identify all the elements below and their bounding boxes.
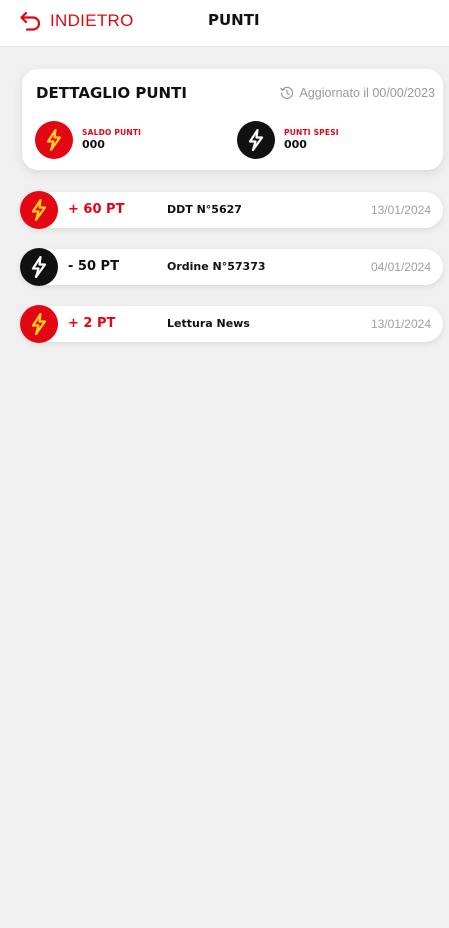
balance-label: SALDO PUNTI — [82, 128, 142, 138]
back-label: INDIETRO — [50, 11, 134, 30]
transaction-row[interactable]: + 60 PT DDT N°5627 13/01/2024 — [20, 191, 443, 229]
summary-title: DETTAGLIO PUNTI — [36, 84, 187, 102]
transaction-points: + 2 PT — [68, 316, 116, 331]
transaction-date: 13/01/2024 — [370, 203, 431, 217]
points-spent: PUNTI SPESI 000 — [237, 121, 339, 159]
spent-label: PUNTI SPESI — [284, 128, 339, 138]
transaction-points: + 60 PT — [68, 202, 125, 217]
lightning-bolt-icon — [20, 305, 58, 343]
history-clock-icon — [280, 86, 294, 99]
transaction-description: Ordine N°57373 — [167, 260, 266, 273]
transaction-description: Lettura News — [167, 317, 250, 330]
back-arrow-icon — [20, 11, 41, 31]
last-updated-text: Aggiornato il 00/00/2023 — [299, 86, 435, 100]
spent-value: 000 — [284, 137, 307, 151]
transaction-points: - 50 PT — [68, 259, 119, 274]
lightning-bolt-icon — [35, 121, 73, 159]
last-updated: Aggiornato il 00/00/2023 — [280, 86, 435, 100]
transaction-row[interactable]: - 50 PT Ordine N°57373 04/01/2024 — [20, 248, 443, 286]
points-balance: SALDO PUNTI 000 — [35, 121, 141, 159]
page-title: PUNTI — [208, 11, 260, 29]
points-summary-card: DETTAGLIO PUNTI Aggiornato il 00/00/2023… — [22, 69, 443, 170]
lightning-bolt-icon — [237, 121, 275, 159]
lightning-bolt-icon — [20, 248, 58, 286]
back-button[interactable]: INDIETRO — [20, 9, 134, 33]
transaction-date: 04/01/2024 — [370, 260, 431, 274]
top-bar: INDIETRO PUNTI — [0, 0, 449, 47]
transaction-date: 13/01/2024 — [370, 317, 431, 331]
lightning-bolt-icon — [20, 191, 58, 229]
transaction-description: DDT N°5627 — [167, 203, 242, 216]
transaction-row[interactable]: + 2 PT Lettura News 13/01/2024 — [20, 305, 443, 343]
balance-value: 000 — [82, 137, 105, 151]
